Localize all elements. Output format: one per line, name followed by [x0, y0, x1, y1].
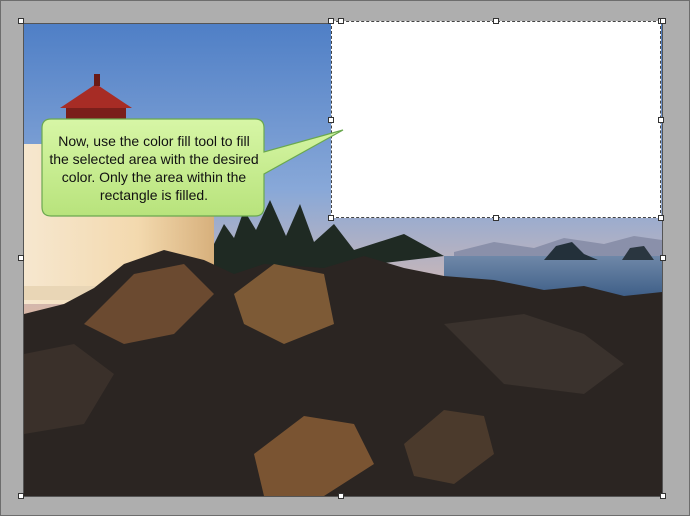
instruction-callout: Now, use the color fill tool to fill the…	[41, 118, 344, 217]
canvas-handle-bottom[interactable]	[338, 493, 344, 499]
selection-handle-top[interactable]	[493, 18, 499, 24]
selection-rectangle[interactable]	[331, 21, 661, 218]
canvas-handle-top-right[interactable]	[660, 18, 666, 24]
canvas-handle-top-left[interactable]	[18, 18, 24, 24]
canvas-handle-right[interactable]	[660, 255, 666, 261]
selection-handle-right[interactable]	[658, 117, 664, 123]
callout-text: Now, use the color fill tool to fill the…	[49, 133, 259, 203]
canvas-handle-bottom-right[interactable]	[660, 493, 666, 499]
canvas-handle-bottom-left[interactable]	[18, 493, 24, 499]
editor-workspace: Now, use the color fill tool to fill the…	[0, 0, 690, 516]
selection-handle-bottom-right[interactable]	[658, 215, 664, 221]
selection-handle-top-left[interactable]	[328, 18, 334, 24]
canvas-handle-left[interactable]	[18, 255, 24, 261]
canvas-handle-top[interactable]	[338, 18, 344, 24]
selection-handle-bottom[interactable]	[493, 215, 499, 221]
